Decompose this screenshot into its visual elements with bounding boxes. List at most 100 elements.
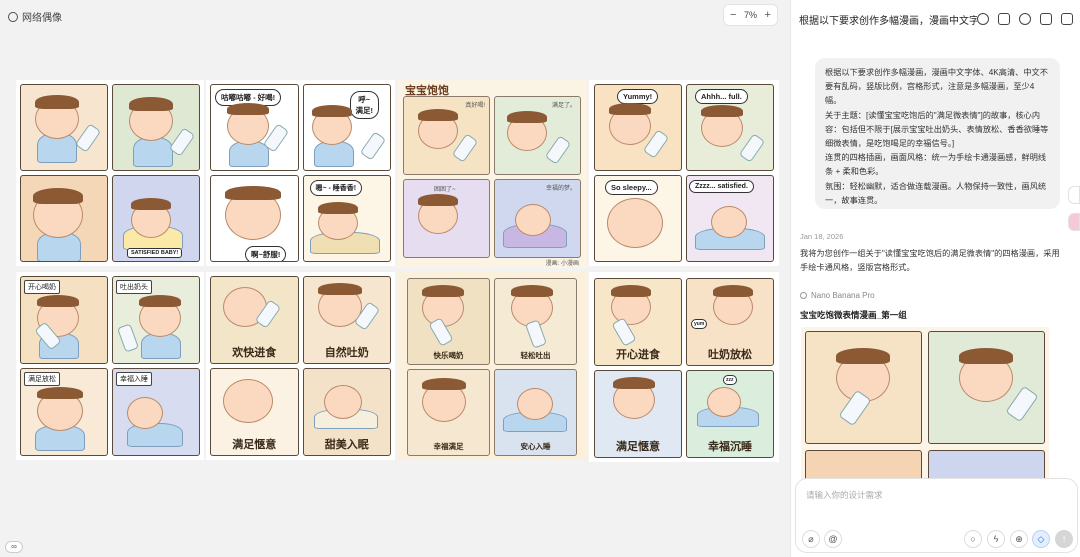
panel-caption: 欢快进食	[232, 347, 277, 359]
credit-label: 漫画: 小漫画	[545, 261, 579, 267]
comic-panel	[928, 331, 1045, 444]
comic-panel: 自然吐奶	[302, 276, 391, 364]
comic-panel: 甜美入眠	[302, 368, 391, 456]
panel-caption: 真好喝!	[465, 103, 485, 109]
panel-caption: 满足了。	[551, 103, 576, 109]
speech-bubble: Zzzz... satisfied.	[689, 180, 754, 193]
speech-bubble: So sleepy...	[605, 180, 658, 195]
comic-panel	[20, 84, 108, 171]
panel-caption: 幸福沉睡	[708, 441, 752, 453]
idea-icon[interactable]: ○	[964, 530, 982, 548]
zoom-level: 7%	[743, 10, 757, 20]
panel-caption: 自然吐奶	[324, 347, 369, 359]
zoom-in-button[interactable]: +	[765, 9, 771, 21]
comic-sheet-5[interactable]: 开心喝奶 吐出奶头 满足放松 幸福入睡	[16, 272, 204, 460]
panel-caption: 满足惬意	[232, 439, 277, 451]
file-breadcrumb[interactable]: 网络偶像	[6, 9, 62, 24]
conversation-title[interactable]: 根据以下要求创作多幅漫画，漫画中文字...	[799, 12, 977, 27]
cube-icon[interactable]: ◇	[1032, 530, 1050, 548]
comic-sheet-7[interactable]: 快乐喝奶 轻松吐出 幸福满足 安心入睡	[397, 272, 587, 460]
comic-panel: 嗯~ - 睡香香!	[302, 175, 391, 262]
sidebar-header: 根据以下要求创作多幅漫画，漫画中文字...	[791, 0, 1080, 38]
attach-icon[interactable]: ⌀	[802, 530, 820, 548]
comic-sheet-6[interactable]: 欢快进食 自然吐奶 满足惬意 甜美入眠	[206, 272, 395, 460]
link-icon	[6, 9, 20, 24]
panel-caption: 幸福的梦。	[545, 186, 576, 192]
panel-caption: 幸福满足	[433, 442, 464, 451]
comic-sheet-3[interactable]: 宝宝饱饱 真好喝! 满足了。 困困了~ 幸福的梦。 漫画: 小漫画	[397, 80, 587, 268]
comic-panel	[112, 84, 200, 171]
assistant-reply: 我将为您创作一组关于"读懂宝宝吃饱后的满足微表情"的四格漫画，采用手绘卡通风格，…	[800, 249, 1060, 272]
speech-bubble: yum	[691, 319, 708, 329]
comic-panel: SATISFIED BABY!	[112, 175, 200, 262]
comic-panel: 吐出奶头	[112, 276, 200, 364]
prompt-input-box[interactable]: 请输入你的设计需求 ⌀ @ ○ ϟ ⊕ ◇ ↑	[795, 478, 1078, 553]
side-toggle-tab[interactable]	[1068, 186, 1080, 204]
user-prompt-text: 根据以下要求创作多幅漫画，漫画中文字体、4K高清、中文不要有乱码，竖版比例，宫格…	[825, 68, 1049, 205]
file-label: 网络偶像	[22, 13, 62, 24]
satisfied-badge: SATISFIED BABY!	[127, 248, 183, 258]
comic-panel: 满足放松	[20, 368, 108, 456]
panel-caption: 轻松吐出	[520, 351, 551, 360]
user-prompt-message: 根据以下要求创作多幅漫画，漫画中文字体、4K高清、中文不要有乱码，竖版比例，宫格…	[815, 58, 1060, 209]
speech-bubble: 呼~ 满足!	[349, 91, 379, 119]
message-date: Jan 18, 2026	[800, 232, 844, 241]
speech-bubble: Ahhh... full.	[695, 89, 748, 104]
panel-caption: 快乐喝奶	[433, 351, 464, 360]
comic-sheet-8[interactable]: 开心进食 yum 吐奶放松 满足惬意 zzz 幸福沉睡	[589, 272, 779, 462]
chat-sidebar: 根据以下要求创作多幅漫画，漫画中文字... 根据以下要求创作多幅漫画，漫画中文字…	[790, 0, 1080, 557]
flash-icon[interactable]: ϟ	[987, 530, 1005, 548]
panel-tag: 幸福入睡	[116, 372, 152, 386]
comic-panel: 满足了。	[494, 96, 581, 175]
comic-sheet-1[interactable]: SATISFIED BABY!	[16, 80, 204, 266]
speech-bubble: 嗯~ - 睡香香!	[309, 180, 363, 196]
comic-panel: 咕嘟咕嘟 - 好喝!	[210, 84, 299, 171]
panel-caption: 安心入睡	[520, 442, 551, 451]
comic-panel: 开心进食	[594, 278, 682, 366]
infinity-button[interactable]: ∞	[5, 541, 23, 553]
collapse-icon[interactable]	[1061, 13, 1073, 25]
comic-panel: 呼~ 满足!	[302, 84, 391, 171]
comic-panel: 幸福入睡	[112, 368, 200, 456]
comic-sheet-4[interactable]: Yummy! Ahhh... full. So sleepy... Zzzz..…	[589, 80, 779, 266]
comic-panel: zzz 幸福沉睡	[686, 370, 774, 458]
speech-bubble: zzz	[723, 375, 737, 385]
comic-panel: yum 吐奶放松	[686, 278, 774, 366]
panel-tag: 吐出奶头	[116, 280, 152, 294]
export-icon[interactable]	[1040, 13, 1052, 25]
share-icon[interactable]	[1019, 13, 1031, 25]
send-button[interactable]: ↑	[1055, 530, 1073, 548]
prompt-input[interactable]: 请输入你的设计需求	[806, 489, 883, 501]
comic-panel: 快乐喝奶	[407, 278, 490, 365]
comic-panel	[20, 175, 108, 262]
comic-panel	[805, 331, 922, 444]
comic-panel: 真好喝!	[403, 96, 490, 175]
comic-panel: 满足惬意	[594, 370, 682, 458]
comic-panel: 困困了~	[403, 179, 490, 258]
speech-bubble: Yummy!	[617, 89, 659, 104]
comic-panel: 欢快进食	[210, 276, 299, 364]
comic-panel: Zzzz... satisfied.	[686, 175, 774, 262]
panel-caption: 吐奶放松	[708, 349, 752, 361]
comic-panel: 幸福的梦。	[494, 179, 581, 258]
comic-panel: 开心喝奶	[20, 276, 108, 364]
comic-panel: 幸福满足	[407, 369, 490, 456]
comic-panel: Ahhh... full.	[686, 84, 774, 171]
panel-tag: 满足放松	[24, 372, 60, 386]
speech-bubble: 啊~舒服!	[245, 246, 287, 261]
history-icon[interactable]	[998, 13, 1010, 25]
result-group-title: 宝宝吃饱微表情漫画_第一组	[800, 310, 907, 320]
model-label: Nano Banana Pro	[800, 291, 875, 300]
mention-icon[interactable]: @	[824, 530, 842, 548]
canvas-area[interactable]: 网络偶像 − 7% + SATISFIED BABY! 咕嘟咕嘟 - 好喝! 呼…	[0, 0, 790, 557]
panel-tag: 开心喝奶	[24, 280, 60, 294]
globe-icon[interactable]: ⊕	[1010, 530, 1028, 548]
panel-caption: 满足惬意	[616, 441, 660, 453]
avatar-tab[interactable]	[1068, 213, 1080, 231]
comic-sheet-2[interactable]: 咕嘟咕嘟 - 好喝! 呼~ 满足! 啊~舒服! 嗯~ - 睡香香!	[206, 80, 395, 266]
model-icon	[800, 292, 807, 299]
result-image-preview[interactable]	[801, 327, 1049, 482]
comic-panel: 安心入睡	[494, 369, 577, 456]
new-chat-icon[interactable]	[977, 13, 989, 25]
zoom-out-button[interactable]: −	[730, 9, 736, 21]
